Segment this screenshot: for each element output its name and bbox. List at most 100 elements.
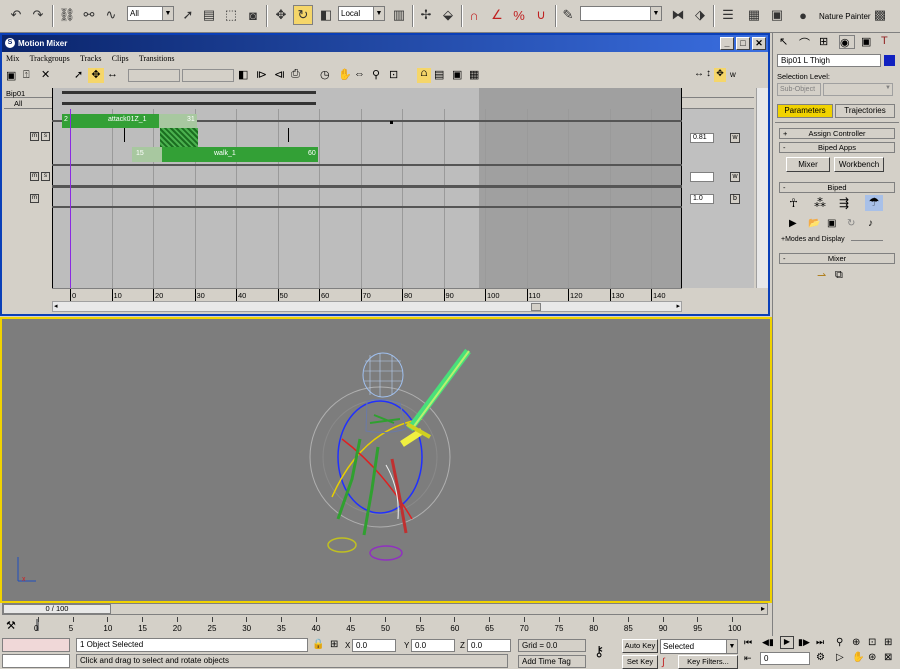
key-icon[interactable]: ⚷ [594,643,604,660]
trackgroup-range-bar[interactable] [62,91,316,94]
mixer-zoom-icon[interactable]: ⚲ [372,68,380,81]
rotate-icon[interactable]: ↻ [293,5,313,25]
track2-mute-button[interactable]: m [30,172,39,181]
mixer-trim-icon[interactable]: ⧏ [274,68,285,81]
move-icon[interactable]: ✥ [271,5,291,25]
mixer-slip-icon[interactable]: ↔ [107,68,118,80]
biped-apps-rollout[interactable]: - Biped Apps [779,142,895,153]
time-slider-next-icon[interactable]: ▸ [761,604,765,613]
named-selection-dropdown[interactable]: ▼ [580,6,662,21]
mixer-copy-icon[interactable]: ⧉ [835,269,843,282]
close-button[interactable]: ✕ [752,37,766,50]
clip-attack-tail[interactable]: 31 [159,114,197,128]
align-icon[interactable]: ⬗ [690,5,710,25]
perspective-viewport[interactable]: x [0,317,772,603]
clip-walk[interactable]: walk_1 60 [162,147,318,162]
track1-weight-field[interactable]: 0.81 [690,133,714,143]
curve-editor-icon[interactable]: ▦ [744,5,764,25]
edit-named-selection-icon[interactable]: ✎ [558,5,578,25]
menu-transitions[interactable]: Transitions [139,54,175,63]
previous-frame-icon[interactable]: ◀▮ [762,637,774,648]
maxscript-mini-listener[interactable] [2,654,70,668]
track2-solo-button[interactable]: s [41,172,50,181]
mirror-icon[interactable]: ⧓ [668,5,688,25]
biped-rollout[interactable]: - Biped [779,182,895,193]
unlink-icon[interactable]: ⚯ [79,5,99,25]
utilities-tab-icon[interactable]: T [881,35,888,47]
maximize-viewport-icon[interactable]: ⊠ [884,652,892,663]
menu-mix[interactable]: Mix [6,54,19,63]
x-coordinate-field[interactable]: 0.0 [352,639,396,652]
motion-tab-icon[interactable]: ◉ [839,35,855,49]
track1-mute-button[interactable]: m [30,132,39,141]
move-all-mode-icon[interactable]: ♪ [868,218,873,229]
zoom-extents-all-icon[interactable]: ⊞ [884,637,892,648]
mixer-mode-1-icon[interactable]: ⩍ [417,68,431,83]
zoom-all-icon[interactable]: ⊕ [852,637,860,648]
mixer-split-icon[interactable]: ⧐ [256,68,267,81]
mixer-zoom-region-icon[interactable]: ⊡ [389,68,398,81]
tab-trajectories[interactable]: Trajectories [835,104,895,118]
select-link-icon[interactable]: ⛓ [57,5,77,25]
scroll-right-icon[interactable]: ▸ [676,302,680,310]
track-all-label[interactable]: All [14,99,22,108]
use-pivot-icon[interactable]: ▥ [389,5,409,25]
redo-icon[interactable]: ↷ [28,5,48,25]
track2-weight-field[interactable] [690,172,714,182]
trackgroup-label[interactable]: Bip01 [6,89,25,98]
arc-rotate-icon[interactable]: ⊛ [868,652,876,663]
mixer-mode-2-icon[interactable]: ▤ [434,68,444,81]
minimize-button[interactable]: _ [720,37,734,50]
play-biped-icon[interactable]: ▶ [789,218,797,229]
mixer-select-icon[interactable]: ➚ [74,68,83,81]
clip-walk-lead[interactable]: 15 [132,147,162,162]
menu-clips[interactable]: Clips [112,54,129,63]
display-tab-icon[interactable]: ▣ [861,35,871,48]
load-file-icon[interactable]: 📂 [808,218,820,229]
go-to-start-icon[interactable]: ⏮ [744,637,752,648]
maxscript-listener[interactable] [2,638,70,652]
play-icon[interactable]: ▶ [780,636,794,649]
key-filters-button[interactable]: Key Filters... [678,655,738,669]
bind-space-warp-icon[interactable]: ∿ [101,5,121,25]
transition-block[interactable] [160,128,198,147]
select-by-name-icon[interactable]: ▤ [199,5,219,25]
material-editor-icon[interactable]: ● [793,5,813,25]
create-tab-icon[interactable]: ↖ [779,35,788,48]
schematic-view-icon[interactable]: ▣ [767,5,787,25]
mixer-delete-icon[interactable]: ✕ [41,68,50,81]
footstep-mode-icon[interactable]: ⁂ [814,196,826,210]
absolute-mode-icon[interactable]: ⊞ [330,639,338,650]
scroll-thumb[interactable] [531,303,541,311]
time-cursor[interactable] [70,109,71,288]
select-object-icon[interactable]: ➚ [178,5,198,25]
layer-manager-icon[interactable]: ☰ [718,5,738,25]
motion-flow-mode-icon[interactable]: ⇶ [839,196,849,210]
trackbar-icon[interactable]: ⚒ [6,619,16,632]
object-name-field[interactable]: Bip01 L Thigh [777,54,881,67]
time-slider[interactable]: 0 / 100 ▸ [2,603,768,615]
current-frame-field[interactable]: 0 [760,652,810,665]
track-bar[interactable]: ⚒ 0 5 10 15 20 25 30 35 40 45 50 55 60 65 70 75 80 85 90 95… [0,617,772,635]
reference-coord-dropdown[interactable]: Local ▼ [338,6,385,21]
modify-tab-icon[interactable]: ⌒ [799,35,810,51]
track-range-bar[interactable] [62,102,316,105]
time-ruler[interactable]: 0 10 20 30 40 50 60 70 80 90 100 110 120 130 140 [52,288,682,301]
track2-weight-curve-button[interactable]: w [730,172,740,182]
scale-icon[interactable]: ◧ [316,5,336,25]
time-slider-thumb[interactable]: 0 / 100 [3,604,111,614]
mixer-rollout[interactable]: - Mixer [779,253,895,264]
figure-mode-icon[interactable]: ☥ [789,196,798,210]
y-coordinate-field[interactable]: 0.0 [411,639,455,652]
spinner-snap-icon[interactable]: ∪ [531,5,551,25]
workbench-button[interactable]: Workbench [834,157,884,172]
zoom-icon[interactable]: ⚲ [836,637,843,648]
default-tangent-icon[interactable]: ∫ [662,657,665,668]
selection-filter-dropdown[interactable]: All ▼ [127,6,174,21]
sub-object-dropdown[interactable]: ▼ [823,83,893,96]
set-key-button[interactable]: Set Key [622,655,658,669]
vertical-scrollbar[interactable] [756,88,768,288]
object-color-swatch[interactable] [884,55,895,66]
auto-key-button[interactable]: Auto Key [622,639,658,653]
tab-parameters[interactable]: Parameters [777,104,833,118]
